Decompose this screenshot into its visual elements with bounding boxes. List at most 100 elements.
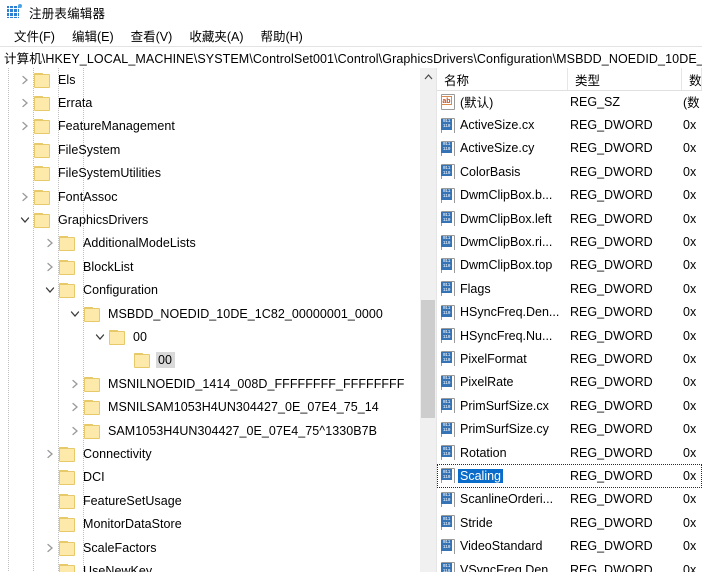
chevron-right-icon[interactable] (42, 238, 58, 248)
tree-item[interactable]: Configuration (0, 279, 420, 302)
value-row[interactable]: 011 110 PrimSurfSize.cx REG_DWORD 0x (437, 394, 702, 417)
registry-editor-icon (6, 4, 22, 20)
value-row[interactable]: 011 110 DwmClipBox.left REG_DWORD 0x (437, 207, 702, 230)
folder-icon (58, 446, 75, 462)
title-bar: 注册表编辑器 (0, 0, 702, 24)
tree-vertical-scrollbar[interactable] (419, 68, 436, 572)
chevron-right-icon[interactable] (17, 98, 33, 108)
value-name-text: VSyncFreq.Den... (460, 562, 559, 572)
tree-item[interactable]: DCI (0, 466, 420, 489)
value-row[interactable]: 011 110 DwmClipBox.top REG_DWORD 0x (437, 254, 702, 277)
chevron-right-icon[interactable] (67, 379, 83, 389)
tree-item-label: UseNewKey (83, 563, 153, 572)
tree-item[interactable]: MSNILSAM1053H4UN304427_0E_07E4_75_14 (0, 395, 420, 418)
chevron-right-icon[interactable] (42, 543, 58, 553)
chevron-right-icon[interactable] (17, 192, 33, 202)
value-row[interactable]: 011 110 ScanlineOrderi... REG_DWORD 0x (437, 488, 702, 511)
tree-item[interactable]: FileSystem (0, 138, 420, 161)
scroll-up-arrow[interactable] (420, 68, 436, 85)
value-row[interactable]: 011 110 HSyncFreq.Nu... REG_DWORD 0x (437, 324, 702, 347)
registry-tree[interactable]: Els Errata FeatureManagement FileSystem File… (0, 68, 420, 572)
dword-value-icon: 011 110 (440, 351, 455, 367)
menu-edit[interactable]: 编辑(E) (64, 24, 123, 47)
value-type-cell: REG_DWORD (570, 118, 653, 133)
value-name-cell: 011 110 Rotation (437, 445, 563, 461)
value-name-text: DwmClipBox.ri... (460, 235, 553, 250)
value-row[interactable]: 011 110 Scaling REG_DWORD 0x (437, 464, 702, 488)
tree-item[interactable]: Els (0, 68, 420, 91)
chevron-right-icon[interactable] (67, 426, 83, 436)
tree-item[interactable]: MSNILNOEDID_1414_008D_FFFFFFFF_FFFFFFFF (0, 372, 420, 395)
value-type-cell: REG_SZ (570, 94, 621, 109)
menu-file[interactable]: 文件(F) (6, 24, 64, 47)
chevron-right-icon[interactable] (42, 262, 58, 272)
tree-item[interactable]: FontAssoc (0, 185, 420, 208)
value-row[interactable]: 011 110 DwmClipBox.b... REG_DWORD 0x (437, 184, 702, 207)
tree-item-label: Configuration (83, 283, 159, 298)
menu-favorites[interactable]: 收藏夹(A) (181, 24, 252, 47)
tree-item[interactable]: FileSystemUtilities (0, 162, 420, 185)
chevron-right-icon[interactable] (17, 75, 33, 85)
menu-help[interactable]: 帮助(H) (252, 24, 311, 47)
dword-value-icon: 011 110 (440, 304, 455, 320)
tree-item[interactable]: MonitorDataStore (0, 512, 420, 535)
dword-value-icon: 011 110 (440, 140, 455, 156)
tree-scroll-thumb[interactable] (421, 300, 435, 418)
tree-item[interactable]: 00 (0, 349, 420, 372)
column-header-data[interactable]: 数据 (682, 68, 702, 90)
chevron-down-icon[interactable] (92, 333, 108, 341)
value-name-text: PrimSurfSize.cy (460, 422, 549, 437)
tree-item[interactable]: FeatureManagement (0, 115, 420, 138)
value-row[interactable]: 011 110 Stride REG_DWORD 0x (437, 511, 702, 534)
tree-item[interactable]: GraphicsDrivers (0, 208, 420, 231)
address-bar[interactable]: 计算机\HKEY_LOCAL_MACHINE\SYSTEM\ControlSet… (0, 46, 702, 69)
value-row[interactable]: 011 110 Flags REG_DWORD 0x (437, 277, 702, 300)
tree-item[interactable]: SAM1053H4UN304427_0E_07E4_75^1330B7B (0, 419, 420, 442)
column-header-type[interactable]: 类型 (568, 68, 682, 90)
value-data-cell: 0x (683, 281, 697, 296)
value-row[interactable]: 011 110 DwmClipBox.ri... REG_DWORD 0x (437, 230, 702, 253)
folder-icon (58, 540, 75, 556)
chevron-right-icon[interactable] (67, 402, 83, 412)
value-row[interactable]: 011 110 ActiveSize.cx REG_DWORD 0x (437, 113, 702, 136)
tree-item[interactable]: AdditionalModeLists (0, 232, 420, 255)
tree-item[interactable]: 00 (0, 325, 420, 348)
tree-item-label: 00 (156, 352, 176, 369)
tree-item[interactable]: BlockList (0, 255, 420, 278)
chevron-down-icon[interactable] (42, 286, 58, 294)
value-row[interactable]: 011 110 PixelFormat REG_DWORD 0x (437, 347, 702, 370)
dword-value-icon: 011 110 (440, 164, 455, 180)
value-data-cell: 0x (683, 235, 697, 250)
value-data-cell: 0x (683, 515, 697, 530)
tree-item[interactable]: UseNewKey (0, 559, 420, 572)
tree-item[interactable]: ScaleFactors (0, 536, 420, 559)
column-header-name[interactable]: 名称 (437, 68, 568, 90)
dword-value-icon: 011 110 (440, 257, 455, 273)
value-row[interactable]: 011 110 PrimSurfSize.cy REG_DWORD 0x (437, 417, 702, 440)
menu-view[interactable]: 查看(V) (123, 24, 182, 47)
value-data-cell: 0x (683, 375, 697, 390)
value-row[interactable]: 011 110 VSyncFreq.Den... REG_DWORD 0x (437, 558, 702, 572)
folder-icon (83, 400, 100, 416)
value-name-cell: 011 110 PixelFormat (437, 351, 563, 367)
value-row[interactable]: 011 110 Rotation REG_DWORD 0x (437, 441, 702, 464)
chevron-down-icon[interactable] (17, 216, 33, 224)
tree-item[interactable]: Connectivity (0, 442, 420, 465)
value-data-cell: 0x (683, 492, 697, 507)
value-row[interactable]: 011 110 VideoStandard REG_DWORD 0x (437, 534, 702, 557)
chevron-down-icon[interactable] (67, 310, 83, 318)
tree-item[interactable]: MSBDD_NOEDID_10DE_1C82_00000001_0000 (0, 302, 420, 325)
value-row[interactable]: 011 110 ColorBasis REG_DWORD 0x (437, 160, 702, 183)
chevron-right-icon[interactable] (17, 121, 33, 131)
value-row[interactable]: 011 110 ActiveSize.cy REG_DWORD 0x (437, 137, 702, 160)
chevron-right-icon[interactable] (42, 449, 58, 459)
values-list[interactable]: ab (默认) REG_SZ (数 011 110 ActiveSize.cx REG_DWO… (437, 90, 702, 572)
value-row[interactable]: 011 110 PixelRate REG_DWORD 0x (437, 371, 702, 394)
value-row[interactable]: 011 110 HSyncFreq.Den... REG_DWORD 0x (437, 301, 702, 324)
tree-item[interactable]: FeatureSetUsage (0, 489, 420, 512)
tree-item[interactable]: Errata (0, 91, 420, 114)
value-row[interactable]: ab (默认) REG_SZ (数 (437, 90, 702, 113)
tree-item-label: MSNILNOEDID_1414_008D_FFFFFFFF_FFFFFFFF (108, 376, 405, 391)
value-name-cell: 011 110 DwmClipBox.b... (437, 187, 563, 203)
folder-icon (83, 376, 100, 392)
